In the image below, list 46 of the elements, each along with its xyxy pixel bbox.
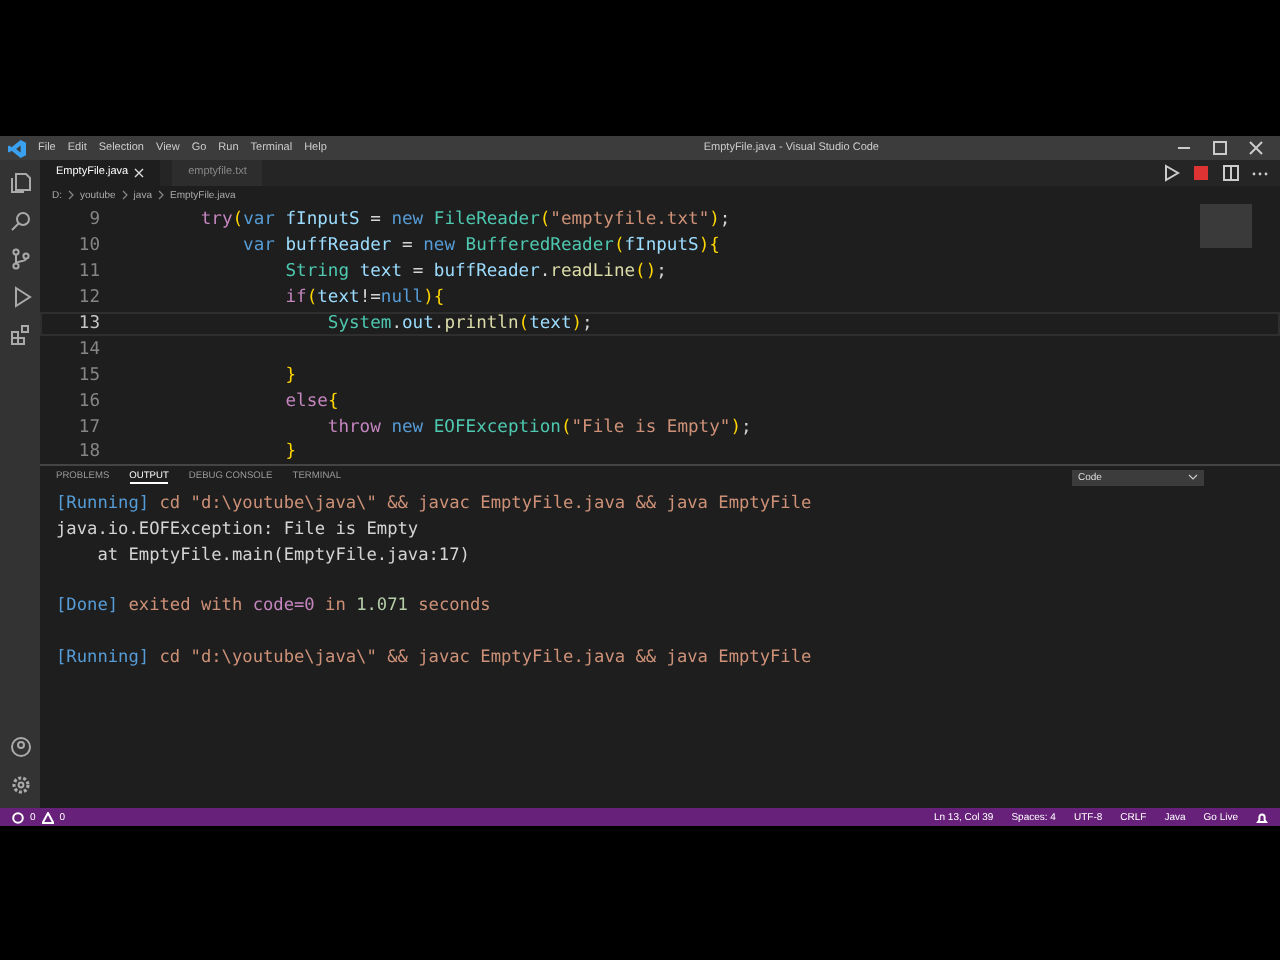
code-editor[interactable] — [40, 204, 1280, 464]
split-editor-icon[interactable] — [1222, 164, 1240, 182]
chevron-down-icon — [1188, 474, 1198, 480]
line-number: 12 — [76, 288, 102, 309]
line-number: 15 — [76, 365, 102, 386]
output-line: [Running] cd "d:\youtube\java\" && javac EmptyFile.java && java EmptyFile — [56, 494, 812, 514]
chevron-icon — [121, 190, 128, 200]
maximize-icon[interactable] — [1211, 140, 1228, 156]
line-number: 16 — [76, 391, 102, 412]
line-number: 18 — [76, 442, 102, 463]
search-icon[interactable] — [9, 210, 31, 232]
code-line: else{ — [283, 391, 339, 412]
code-line: throw new EOFException("File is Empty"); — [325, 417, 752, 438]
code-line: String text = buffReader.readLine(); — [283, 262, 667, 283]
files-icon[interactable] — [9, 172, 31, 194]
line-number: 10 — [76, 236, 102, 257]
minimap — [1200, 204, 1252, 248]
app-logo-icon — [8, 139, 26, 157]
branch-icon[interactable] — [9, 248, 31, 270]
code-line: } — [283, 442, 297, 463]
extensions-icon[interactable] — [9, 324, 31, 346]
close-icon[interactable] — [1247, 140, 1264, 156]
code-line: try(var fInputS = new FileReader("emptyfile.txt"); — [198, 210, 731, 231]
run-icon[interactable] — [1162, 164, 1180, 182]
output-line: [Running] cd "d:\youtube\java\" && javac EmptyFile.java && java EmptyFile — [56, 647, 812, 668]
chevron-icon — [157, 190, 164, 200]
code-line: if(text!=null){ — [283, 288, 445, 309]
line-number: 9 — [87, 210, 102, 231]
close-icon[interactable] — [134, 168, 145, 178]
error-icon[interactable] — [12, 811, 24, 823]
code-line: System.out.println(text); — [325, 314, 593, 334]
account-icon[interactable] — [9, 736, 31, 758]
line-number: 17 — [76, 417, 102, 438]
stop-icon[interactable] — [1192, 164, 1210, 182]
line-number: 13 — [76, 314, 102, 334]
code-line: } — [283, 365, 297, 386]
code-line: var buffReader = new BufferedReader(fInputS){ — [241, 236, 720, 257]
chevron-icon — [68, 190, 74, 200]
warning-icon[interactable] — [41, 811, 54, 823]
output-line: java.io.EOFException: File is Empty — [56, 519, 419, 540]
line-number: 11 — [76, 262, 102, 283]
output-line: [Done] exited with code=0 in 1.071 seconds — [56, 596, 491, 617]
line-number: 14 — [76, 339, 102, 360]
output-line: at EmptyFile.main(EmptyFile.java:17) — [95, 545, 470, 566]
settings-icon[interactable] — [9, 774, 31, 796]
bell-icon[interactable] — [1256, 811, 1268, 823]
